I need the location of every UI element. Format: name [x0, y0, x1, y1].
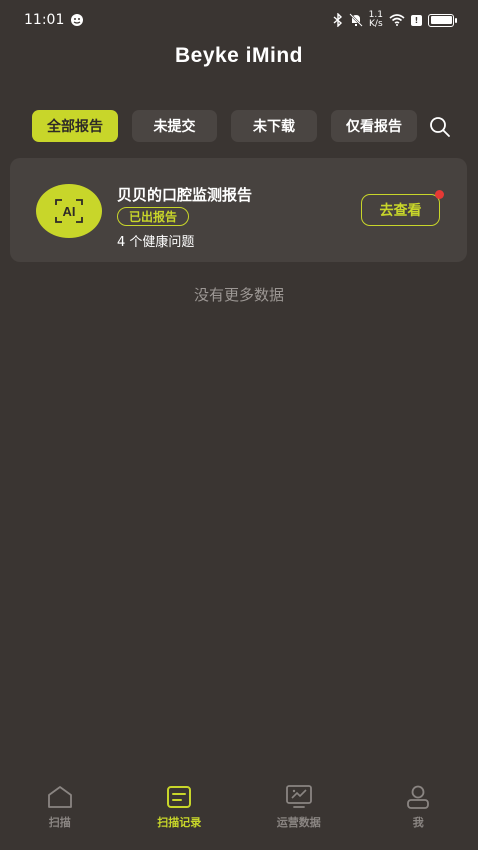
report-card[interactable]: AI 贝贝的口腔监测报告 已出报告 4 个健康问题 去查看: [10, 158, 467, 262]
mute-bell-icon: [348, 13, 363, 27]
tab-unsubmitted[interactable]: 未提交: [132, 110, 217, 142]
search-icon[interactable]: [428, 115, 452, 139]
filter-tabs: 全部报告 未提交 未下载 仅看报告: [32, 110, 458, 142]
status-badge: 已出报告: [117, 207, 190, 226]
status-time: 11:01: [24, 12, 65, 28]
status-right: 1.1 K/s !: [333, 11, 457, 29]
wifi-icon: [389, 14, 405, 26]
tab-undownloaded[interactable]: 未下载: [231, 110, 317, 142]
tab-all-reports[interactable]: 全部报告: [32, 110, 118, 142]
nav-item-scan-records[interactable]: 扫描记录: [120, 784, 240, 830]
report-title: 贝贝的口腔监测报告: [117, 186, 253, 204]
network-speed: 1.1 K/s: [369, 11, 383, 29]
ai-avatar: AI: [36, 184, 102, 238]
ai-scan-icon: AI: [55, 199, 83, 223]
bottom-nav: 扫描 扫描记录 运营数据 我: [0, 770, 478, 850]
battery-icon: [428, 13, 457, 27]
nav-item-scan[interactable]: 扫描: [0, 784, 120, 830]
status-bar: 11:01 1.1 K/s !: [0, 0, 478, 40]
health-issues-count: 4 个健康问题: [117, 235, 195, 250]
home-icon: [47, 786, 72, 808]
monitor-chart-icon: [285, 785, 312, 808]
unread-dot: [435, 190, 444, 199]
view-report-button[interactable]: 去查看: [361, 194, 440, 226]
status-left: 11:01: [24, 12, 84, 28]
notification-badge: !: [411, 14, 422, 26]
nav-label-operations-data: 运营数据: [276, 816, 321, 829]
bluetooth-icon: [333, 13, 342, 27]
nav-label-scan: 扫描: [48, 816, 71, 829]
record-icon: [167, 786, 192, 808]
ai-avatar-text: AI: [63, 204, 76, 219]
user-icon: [407, 785, 430, 809]
app-notification-icon: [71, 14, 84, 26]
speed-unit: K/s: [369, 19, 383, 29]
nav-item-me[interactable]: 我: [359, 784, 478, 830]
tab-reports-only[interactable]: 仅看报告: [331, 110, 417, 142]
page-title: Beyke iMind: [174, 44, 304, 67]
nav-label-me: 我: [412, 816, 424, 829]
nav-label-scan-records: 扫描记录: [157, 816, 202, 829]
list-end-text: 没有更多数据: [193, 286, 284, 304]
nav-item-operations-data[interactable]: 运营数据: [239, 784, 359, 830]
